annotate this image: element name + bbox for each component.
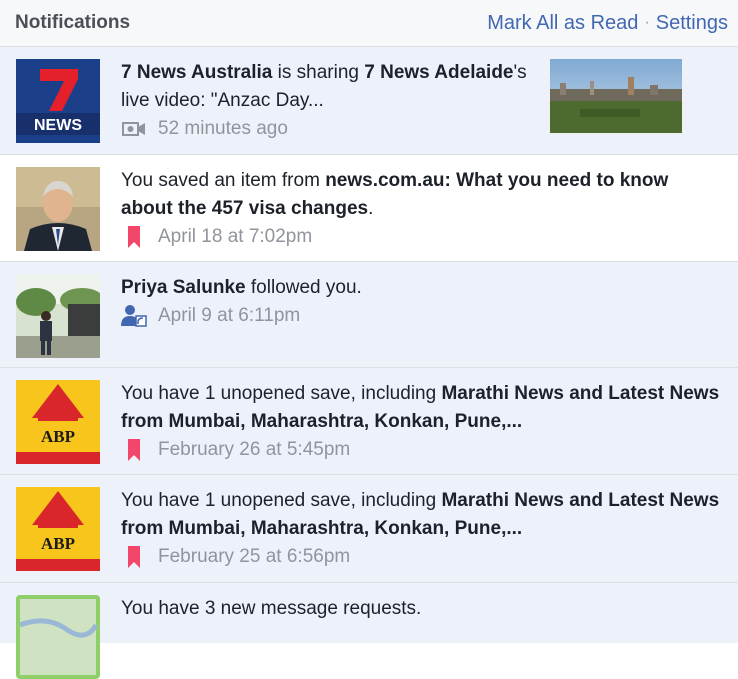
text-fragment: You have 3 new message requests. (121, 598, 422, 619)
bookmark-icon (121, 225, 147, 249)
notification-item[interactable]: You saved an item from news.com.au: What… (0, 155, 738, 262)
svg-text:ABP: ABP (41, 534, 75, 553)
seven-news-logo-icon: NEWS (16, 59, 100, 143)
avatar: ABP (16, 380, 100, 464)
svg-text:ABP: ABP (41, 427, 75, 446)
notification-time: February 26 at 5:45pm (158, 439, 351, 460)
notification-item[interactable]: NEWS 7 News Australia is sharing 7 News … (0, 47, 738, 155)
video-camera-icon (121, 117, 147, 141)
notification-body: 7 News Australia is sharing 7 News Adela… (121, 59, 538, 143)
header-title: Notifications (15, 12, 131, 33)
notification-text: 7 News Australia is sharing 7 News Adela… (121, 59, 538, 115)
source-name[interactable]: news.com.au (325, 170, 444, 191)
text-fragment: is sharing (272, 62, 365, 83)
notification-time: April 18 at 7:02pm (158, 226, 313, 247)
notification-body: Priya Salunke followed you. April 9 at 6… (121, 274, 722, 330)
actor-name[interactable]: 7 News Australia (121, 62, 272, 83)
actor-name[interactable]: Priya Salunke (121, 277, 246, 298)
notification-text: You saved an item from news.com.au: What… (121, 167, 722, 223)
notification-meta: February 26 at 5:45pm (121, 436, 722, 464)
notification-item[interactable]: You have 3 new message requests. (0, 583, 738, 679)
follow-icon (121, 304, 147, 328)
notification-text: You have 1 unopened save, including Mara… (121, 487, 722, 543)
avatar (16, 595, 100, 679)
notification-body: You saved an item from news.com.au: What… (121, 167, 722, 251)
notification-time: February 25 at 6:56pm (158, 546, 351, 567)
text-fragment: . (368, 198, 374, 219)
abp-logo-icon: ABP (16, 487, 100, 571)
notification-text: Priya Salunke followed you. (121, 274, 722, 302)
notification-meta: April 18 at 7:02pm (121, 223, 722, 251)
text-fragment: You saved an item from (121, 170, 326, 191)
text-fragment: You have 1 unopened save, including (121, 383, 442, 404)
avatar (16, 274, 100, 358)
abp-logo-icon: ABP (16, 380, 100, 464)
notification-meta: 52 minutes ago (121, 115, 538, 143)
notification-list: NEWS 7 News Australia is sharing 7 News … (0, 47, 738, 679)
bookmark-icon (121, 438, 147, 462)
notification-text: You have 3 new message requests. (121, 595, 722, 623)
notification-body: You have 3 new message requests. (121, 595, 722, 623)
text-fragment: You have 1 unopened save, including (121, 490, 442, 511)
avatar: NEWS (16, 59, 100, 143)
notification-body: You have 1 unopened save, including Mara… (121, 487, 722, 571)
notification-item[interactable]: ABP You have 1 unopened save, including … (0, 475, 738, 583)
header-separator: · (644, 14, 650, 31)
bookmark-icon (121, 545, 147, 569)
notification-meta: February 25 at 6:56pm (121, 543, 722, 571)
avatar: ABP (16, 487, 100, 571)
header-actions: Mark All as Read · Settings (487, 12, 728, 35)
notification-body: You have 1 unopened save, including Mara… (121, 380, 722, 464)
person-photo-icon (16, 274, 100, 358)
svg-text:NEWS: NEWS (34, 117, 82, 134)
notification-meta: April 9 at 6:11pm (121, 302, 722, 330)
video-preview-image[interactable] (550, 59, 682, 133)
notification-time: April 9 at 6:11pm (158, 305, 301, 326)
avatar (16, 167, 100, 251)
mark-all-read-link[interactable]: Mark All as Read (487, 12, 638, 35)
person-photo-icon (16, 167, 100, 251)
notifications-header: Notifications Mark All as Read · Setting… (0, 0, 738, 47)
map-icon (16, 595, 100, 679)
text-fragment: followed you. (245, 277, 362, 298)
notification-item[interactable]: Priya Salunke followed you. April 9 at 6… (0, 262, 738, 368)
notification-text: You have 1 unopened save, including Mara… (121, 380, 722, 436)
target-name[interactable]: 7 News Adelaide (364, 62, 513, 83)
notification-time: 52 minutes ago (158, 118, 288, 139)
notification-item[interactable]: ABP You have 1 unopened save, including … (0, 368, 738, 475)
settings-link[interactable]: Settings (656, 12, 728, 35)
